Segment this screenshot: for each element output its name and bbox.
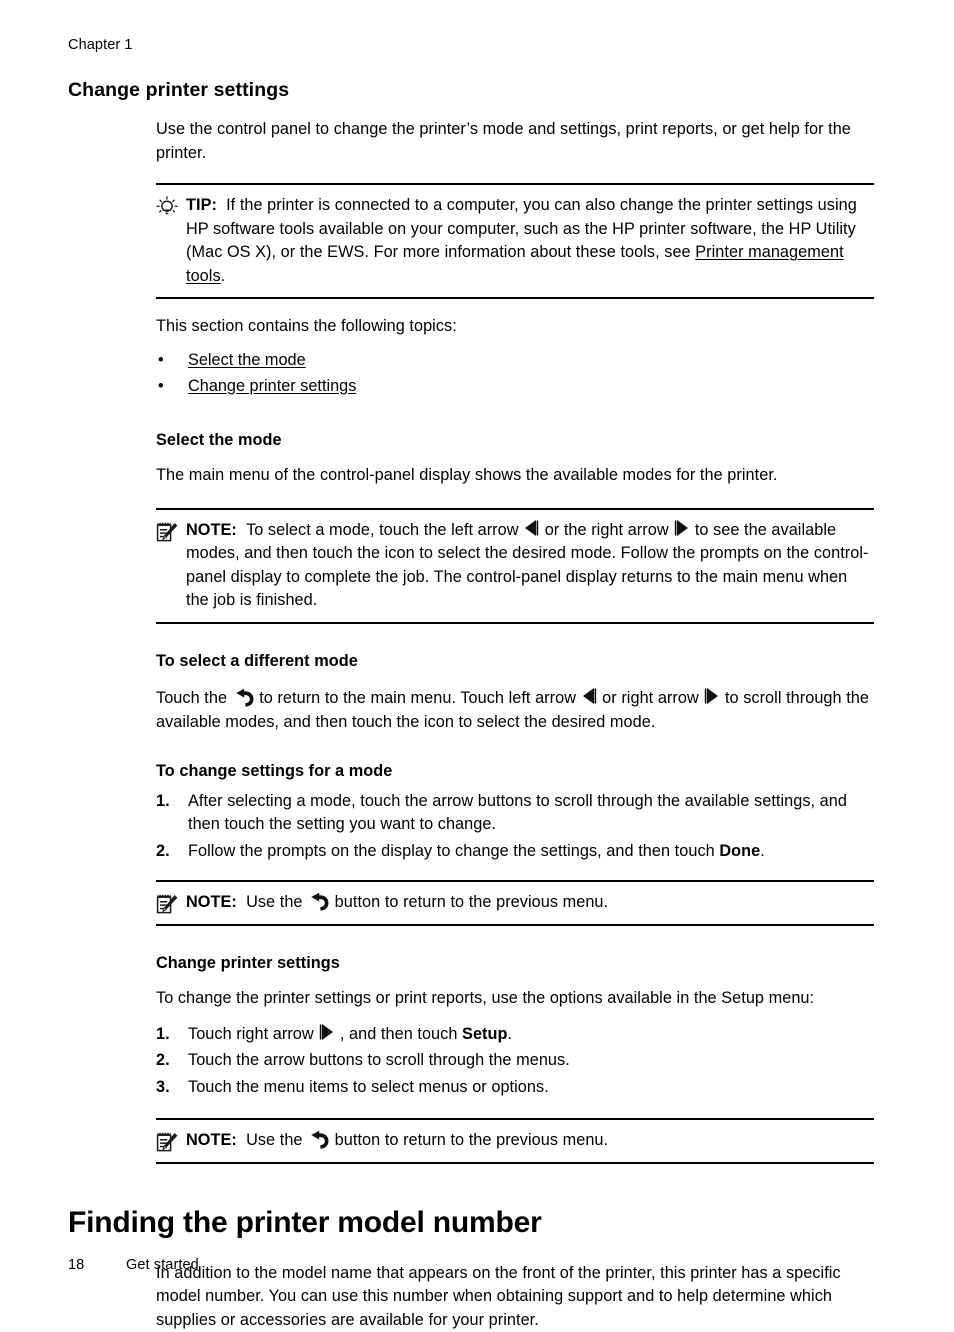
tip-text-after-link: .	[221, 267, 226, 285]
section-intro-paragraph: Use the control panel to change the prin…	[156, 118, 874, 165]
note-text: NOTE:Use the button to return to the pre…	[186, 1129, 874, 1153]
step-text-after-bold: .	[508, 1025, 513, 1043]
step-number: 2.	[156, 1049, 170, 1073]
step-text-after-bold: .	[760, 842, 765, 860]
list-item: 1. After selecting a mode, touch the arro…	[156, 790, 874, 837]
different-mode-body: Touch the to return to the main menu. To…	[156, 687, 874, 734]
note-text: NOTE:To select a mode, touch the left ar…	[186, 519, 874, 613]
link-change-printer-settings[interactable]: Change printer settings	[188, 377, 356, 395]
step-number: 1.	[156, 1023, 170, 1047]
right-arrow-icon	[673, 519, 690, 537]
subsection-heading-select-different-mode: To select a different mode	[156, 650, 874, 674]
right-arrow-icon	[318, 1023, 335, 1041]
step-emphasis-done: Done	[719, 842, 760, 860]
finding-model-number-body: In addition to the model name that appea…	[156, 1262, 874, 1332]
bullet-icon: •	[158, 347, 164, 373]
step-emphasis-setup: Setup	[462, 1025, 507, 1043]
bullet-icon: •	[158, 373, 164, 399]
footer-page-number: 18	[68, 1256, 126, 1274]
note-icon	[156, 1129, 186, 1152]
indented-body-column-2: In addition to the model name that appea…	[156, 1262, 874, 1332]
different-mode-part3: or right arrow	[598, 689, 704, 707]
page-content: Change printer settings Use the control …	[68, 78, 874, 1332]
topics-intro: This section contains the following topi…	[156, 315, 874, 339]
step-text: Touch the menu items to select menus or …	[188, 1078, 549, 1096]
step-text: After selecting a mode, touch the arrow …	[188, 792, 847, 834]
note-icon	[156, 519, 186, 542]
indented-body-column: Use the control panel to change the prin…	[156, 118, 874, 1164]
different-mode-part1: Touch the	[156, 689, 232, 707]
note-callout-back-button-1: NOTE:Use the button to return to the pre…	[156, 880, 874, 926]
note-label: NOTE:	[186, 521, 246, 539]
right-arrow-icon	[703, 687, 720, 705]
step-number: 1.	[156, 790, 170, 814]
back-arrow-icon	[307, 1130, 330, 1150]
section-heading-change-printer-settings: Change printer settings	[68, 78, 874, 102]
change-settings-steps: 1. After selecting a mode, touch the arro…	[156, 790, 874, 864]
note-text: NOTE:Use the button to return to the pre…	[186, 891, 874, 915]
left-arrow-icon	[523, 519, 540, 537]
note-text-part2: or the right arrow	[540, 521, 673, 539]
tip-text: TIP:If the printer is connected to a com…	[186, 194, 874, 288]
step-number: 2.	[156, 840, 170, 864]
link-select-the-mode[interactable]: Select the mode	[188, 351, 306, 369]
note-text-part2: button to return to the previous menu.	[330, 893, 608, 911]
running-header: Chapter 1	[68, 36, 133, 54]
different-mode-part2: to return to the main menu. Touch left a…	[255, 689, 581, 707]
list-item: 1. Touch right arrow , and then touch Set…	[156, 1023, 874, 1047]
change-printer-settings-body: To change the printer settings or print …	[156, 987, 874, 1011]
change-printer-settings-steps: 1. Touch right arrow , and then touch Set…	[156, 1023, 874, 1100]
subsection-heading-change-settings-for-mode: To change settings for a mode	[156, 760, 874, 784]
tip-label: TIP:	[186, 196, 226, 214]
lightbulb-icon	[156, 194, 186, 216]
back-arrow-icon	[307, 892, 330, 912]
subsection-heading-change-printer-settings: Change printer settings	[156, 952, 874, 976]
list-item: 2. Touch the arrow buttons to scroll thro…	[156, 1049, 874, 1073]
note-label: NOTE:	[186, 1131, 246, 1149]
list-item: 2. Follow the prompts on the display to c…	[156, 840, 874, 864]
list-item: • Select the mode	[156, 347, 874, 373]
back-arrow-icon	[232, 688, 255, 708]
topics-list: • Select the mode • Change printer setting…	[156, 347, 874, 399]
note-callout-back-button-2: NOTE:Use the button to return to the pre…	[156, 1118, 874, 1164]
step-number: 3.	[156, 1076, 170, 1100]
list-item: 3. Touch the menu items to select menus o…	[156, 1076, 874, 1100]
tip-callout: TIP:If the printer is connected to a com…	[156, 183, 874, 299]
note-callout-select-mode: NOTE:To select a mode, touch the left ar…	[156, 508, 874, 624]
note-text-part1: Use the	[246, 893, 307, 911]
note-icon	[156, 891, 186, 914]
page-footer: 18Get started	[68, 1256, 199, 1274]
footer-section-title: Get started	[126, 1257, 199, 1273]
step-text-before-bold: Follow the prompts on the display to cha…	[188, 842, 719, 860]
subsection-heading-select-the-mode: Select the mode	[156, 429, 874, 453]
left-arrow-icon	[581, 687, 598, 705]
step-text-after-icon: , and then touch	[335, 1025, 462, 1043]
step-text-before-icon: Touch right arrow	[188, 1025, 318, 1043]
note-text-part2: button to return to the previous menu.	[330, 1131, 608, 1149]
list-item: • Change printer settings	[156, 373, 874, 399]
select-the-mode-body: The main menu of the control-panel displ…	[156, 464, 874, 488]
note-text-part1: Use the	[246, 1131, 307, 1149]
note-label: NOTE:	[186, 893, 246, 911]
note-text-part1: To select a mode, touch the left arrow	[246, 521, 523, 539]
chapter-heading-finding-model-number: Finding the printer model number	[68, 1204, 874, 1242]
step-text: Touch the arrow buttons to scroll throug…	[188, 1051, 570, 1069]
document-page: Chapter 1 Change printer settings Use th…	[0, 0, 954, 1321]
